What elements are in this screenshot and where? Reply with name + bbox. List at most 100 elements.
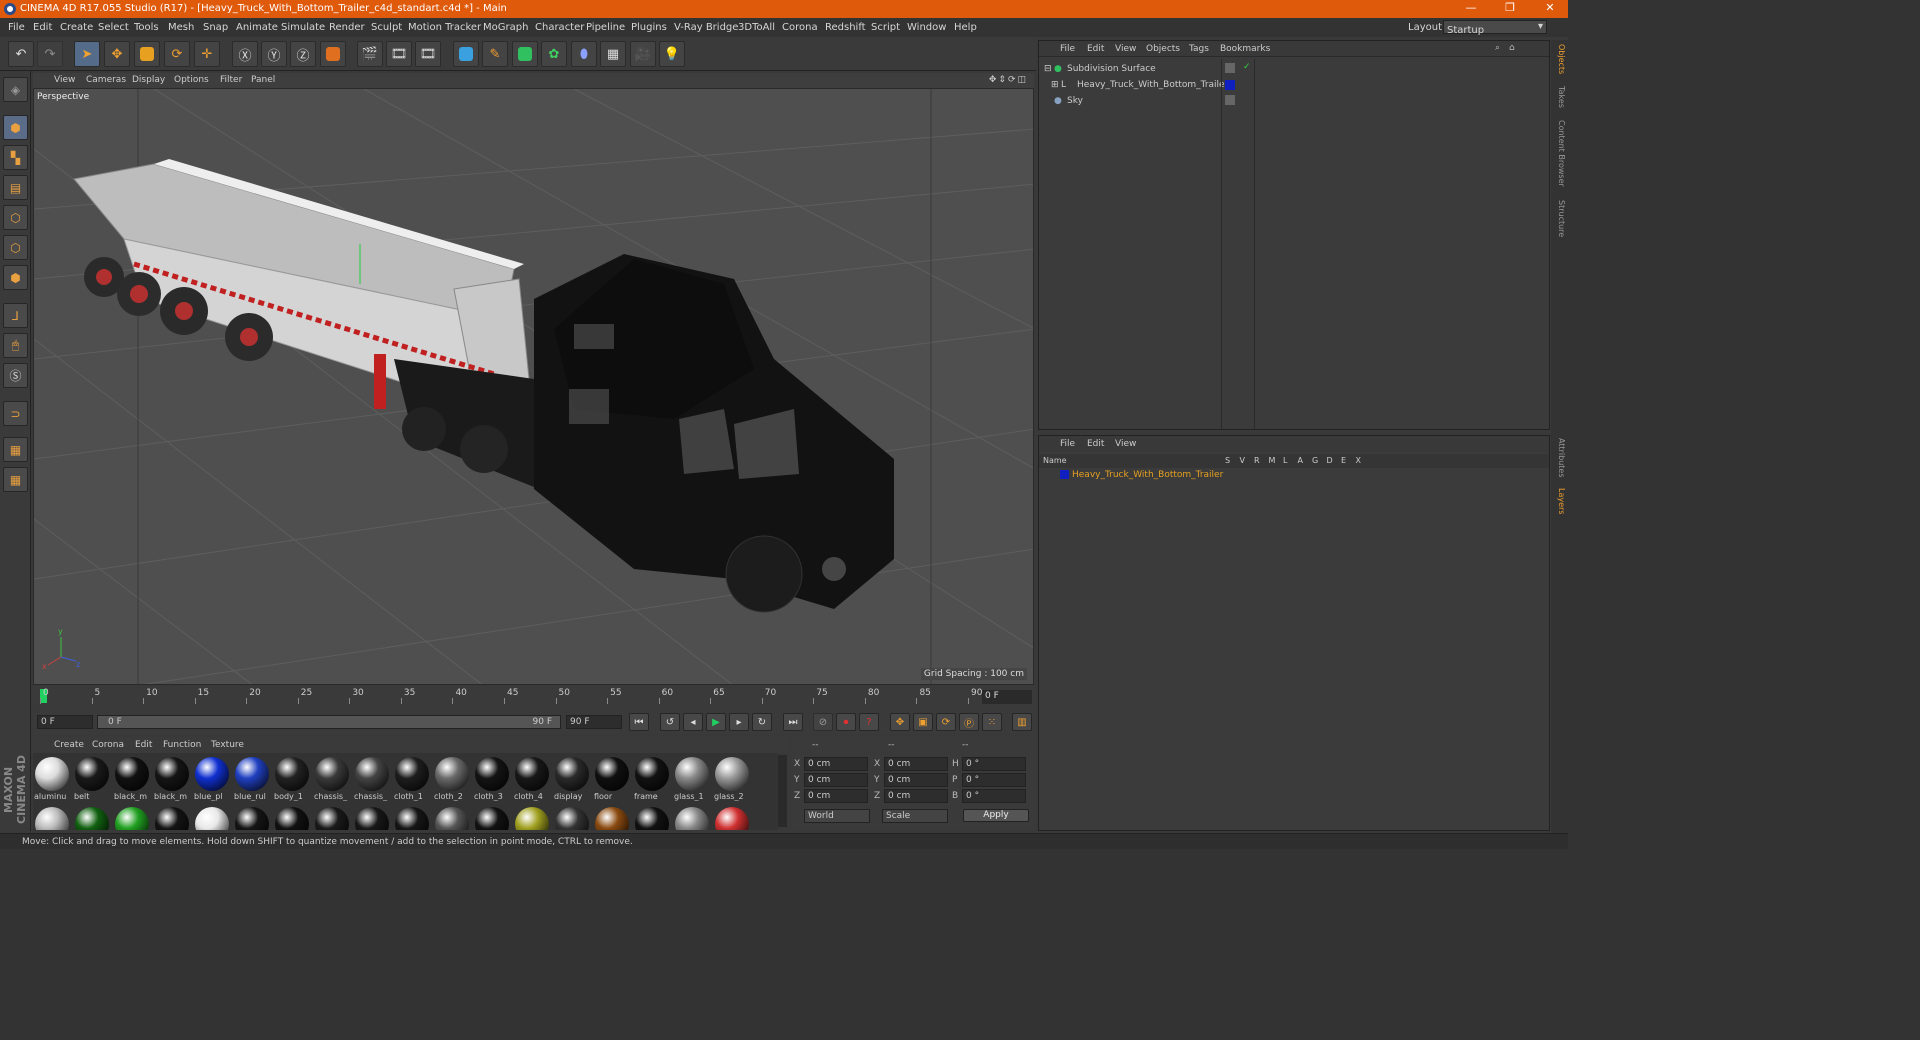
viewport-menu-panel[interactable]: Panel bbox=[251, 75, 275, 85]
play-forward-button[interactable]: ▶ bbox=[706, 713, 726, 731]
material-swatch[interactable] bbox=[113, 805, 151, 830]
object-row-sky[interactable]: ● Sky bbox=[1039, 93, 1549, 109]
coord-value-field[interactable]: 0 cm bbox=[884, 789, 948, 803]
menu-window[interactable]: Window bbox=[907, 22, 946, 33]
viewport-menu-filter[interactable]: Filter bbox=[220, 75, 242, 85]
menu-select[interactable]: Select bbox=[98, 22, 129, 33]
previous-frame-button[interactable]: ◂ bbox=[683, 713, 703, 731]
material-swatch[interactable]: cloth_1 bbox=[393, 755, 431, 801]
material-swatch[interactable]: cloth_2 bbox=[433, 755, 471, 801]
material-swatch[interactable] bbox=[353, 805, 391, 830]
material-swatch[interactable] bbox=[273, 805, 311, 830]
add-camera-button[interactable]: 🎥 bbox=[630, 41, 656, 67]
menu-file[interactable]: File bbox=[8, 22, 25, 33]
size-mode-select[interactable]: Scale bbox=[882, 809, 948, 823]
material-menu-function[interactable]: Function bbox=[163, 740, 201, 750]
texture-mode-button[interactable]: ▚ bbox=[3, 145, 28, 170]
coord-value-field[interactable]: 0 cm bbox=[804, 773, 868, 787]
add-spline-pen-button[interactable]: ✎ bbox=[482, 41, 508, 67]
object-row-truck[interactable]: ⊞ L Heavy_Truck_With_Bottom_Trailer bbox=[1039, 77, 1549, 93]
viewport-menu-display[interactable]: Display bbox=[132, 75, 165, 85]
layout-select[interactable]: Startup ▾ bbox=[1443, 20, 1547, 36]
apply-button[interactable]: Apply bbox=[963, 809, 1029, 822]
end-frame-field[interactable]: 90 F bbox=[566, 715, 622, 729]
material-swatch[interactable] bbox=[73, 805, 111, 830]
material-swatch[interactable] bbox=[713, 805, 751, 830]
menu-redshift[interactable]: Redshift bbox=[825, 22, 866, 33]
add-cube-button[interactable] bbox=[453, 41, 479, 67]
polygons-mode-button[interactable]: ⬢ bbox=[3, 265, 28, 290]
material-swatch[interactable]: blue_pl bbox=[193, 755, 231, 801]
material-swatch[interactable]: frame bbox=[633, 755, 671, 801]
menu-plugins[interactable]: Plugins bbox=[631, 22, 667, 33]
layers-menu-file[interactable]: File bbox=[1060, 439, 1075, 449]
workplane-mode-button[interactable]: ▤ bbox=[3, 175, 28, 200]
material-swatch[interactable]: floor bbox=[593, 755, 631, 801]
material-swatch[interactable] bbox=[233, 805, 271, 830]
go-to-start-button[interactable]: ⏮ bbox=[629, 713, 649, 731]
material-swatch[interactable]: black_m bbox=[153, 755, 191, 801]
add-light-button[interactable]: 💡 bbox=[659, 41, 685, 67]
undo-button[interactable]: ↶ bbox=[8, 41, 34, 67]
tweak-mode-button[interactable]: 🖱 bbox=[3, 333, 28, 358]
material-swatch[interactable]: blue_rul bbox=[233, 755, 271, 801]
key-position-button[interactable]: ✥ bbox=[890, 713, 910, 731]
layer-color-icon[interactable] bbox=[1225, 80, 1235, 90]
material-swatch[interactable] bbox=[313, 805, 351, 830]
material-swatch[interactable] bbox=[393, 805, 431, 830]
planar-workplane-button[interactable]: ▦ bbox=[3, 467, 28, 492]
side-tab[interactable]: Objects bbox=[1553, 44, 1566, 74]
material-swatch[interactable]: chassis_ bbox=[353, 755, 391, 801]
objects-menu-objects[interactable]: Objects bbox=[1146, 44, 1180, 54]
material-swatch[interactable]: cloth_3 bbox=[473, 755, 511, 801]
coord-value-field[interactable]: 0 cm bbox=[804, 789, 868, 803]
menu-vray-bridge[interactable]: V-Ray Bridge bbox=[674, 22, 738, 33]
enabled-check-icon[interactable]: ✓ bbox=[1243, 62, 1251, 72]
material-swatch[interactable] bbox=[633, 805, 671, 830]
material-menu-texture[interactable]: Texture bbox=[211, 740, 244, 750]
layers-menu-view[interactable]: View bbox=[1115, 439, 1136, 449]
menu-motion-tracker[interactable]: Motion Tracker bbox=[408, 22, 481, 33]
material-swatch[interactable]: glass_1 bbox=[673, 755, 711, 801]
menu-corona[interactable]: Corona bbox=[782, 22, 818, 33]
menu-mesh[interactable]: Mesh bbox=[168, 22, 194, 33]
add-mograph-cloner-button[interactable]: ✿ bbox=[541, 41, 567, 67]
material-swatch[interactable] bbox=[553, 805, 591, 830]
coordinate-mode-select[interactable]: World bbox=[804, 809, 870, 823]
z-axis-button[interactable]: Ⓩ bbox=[290, 41, 316, 67]
recent-tool-button[interactable]: ✛ bbox=[194, 41, 220, 67]
add-floor-button[interactable]: ▦ bbox=[600, 41, 626, 67]
material-swatch[interactable] bbox=[433, 805, 471, 830]
material-swatch[interactable] bbox=[593, 805, 631, 830]
material-swatch[interactable]: cloth_4 bbox=[513, 755, 551, 801]
go-to-previous-key-button[interactable]: ↺ bbox=[660, 713, 680, 731]
motion-record-button[interactable]: ⊘ bbox=[813, 713, 833, 731]
close-button[interactable]: ✕ bbox=[1540, 1, 1560, 14]
objects-menu-file[interactable]: File bbox=[1060, 44, 1075, 54]
coord-value-field[interactable]: 0 ° bbox=[962, 757, 1026, 771]
menu-render[interactable]: Render bbox=[329, 22, 365, 33]
axis-mode-button[interactable]: ⅃ bbox=[3, 303, 28, 328]
key-point-level-button[interactable]: ⁙ bbox=[982, 713, 1002, 731]
add-deformer-button[interactable]: ⬮ bbox=[571, 41, 597, 67]
material-swatch[interactable] bbox=[473, 805, 511, 830]
objects-menu-view[interactable]: View bbox=[1115, 44, 1136, 54]
menu-create[interactable]: Create bbox=[60, 22, 93, 33]
menu-mograph[interactable]: MoGraph bbox=[483, 22, 528, 33]
x-axis-button[interactable]: Ⓧ bbox=[232, 41, 258, 67]
key-rotation-button[interactable]: ⟳ bbox=[936, 713, 956, 731]
material-swatch[interactable]: glass_2 bbox=[713, 755, 751, 801]
coordinate-system-button[interactable] bbox=[320, 41, 346, 67]
go-to-next-key-button[interactable]: ↻ bbox=[752, 713, 772, 731]
side-tab[interactable]: Takes bbox=[1553, 86, 1566, 108]
start-frame-field[interactable]: 0 F bbox=[37, 715, 93, 729]
render-to-picture-viewer-button[interactable]: 🎞 bbox=[386, 41, 412, 67]
coord-value-field[interactable]: 0 cm bbox=[804, 757, 868, 771]
material-swatch[interactable] bbox=[33, 805, 71, 830]
menu-help[interactable]: Help bbox=[954, 22, 977, 33]
material-swatch[interactable]: black_m bbox=[113, 755, 151, 801]
objects-menu-bookmarks[interactable]: Bookmarks bbox=[1220, 44, 1270, 54]
make-editable-button[interactable]: ◈ bbox=[3, 77, 28, 102]
frame-range-slider[interactable]: 0 F 90 F bbox=[97, 715, 561, 729]
model-mode-button[interactable]: ⬢ bbox=[3, 115, 28, 140]
